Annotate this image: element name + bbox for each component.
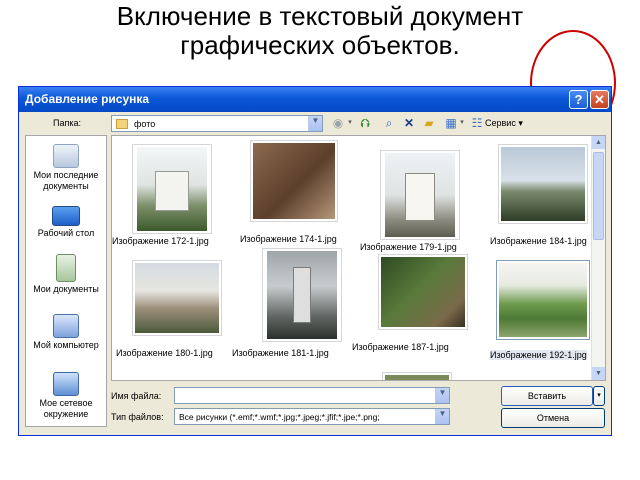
filetype-label: Тип файлов: [111,412,164,422]
place-recent-documents[interactable]: Мои последние документы [26,144,106,192]
file-thumbnail[interactable] [132,260,222,336]
close-button[interactable]: ✕ [590,90,609,109]
place-network[interactable]: Мое сетевое окружение [26,372,106,420]
file-list: Изображение 172-1.jpg Изображение 174-1.… [111,135,606,381]
file-thumbnail[interactable] [382,372,452,380]
insert-dropdown-icon[interactable]: ▾ [593,386,605,406]
cancel-button[interactable]: Отмена [501,408,605,428]
new-folder-icon[interactable]: ▰ [421,114,437,132]
place-label: Мои документы [33,284,99,294]
slide-title-line1: Включение в текстовый документ [116,1,524,31]
photo-forest [381,257,465,327]
insert-button[interactable]: Вставить [501,386,593,406]
file-name[interactable]: Изображение 180-1.jpg [116,348,213,358]
file-thumbnail[interactable] [380,150,460,240]
my-documents-icon [56,254,76,282]
file-thumbnail[interactable] [378,254,468,330]
scroll-down-icon[interactable]: ▼ [592,367,605,380]
file-name[interactable]: Изображение 187-1.jpg [352,342,449,352]
file-name[interactable]: Изображение 181-1.jpg [232,348,329,358]
file-thumbnail[interactable] [250,140,338,222]
search-web-icon[interactable]: ⌕ [381,114,397,132]
tools-icon[interactable]: ☷ [469,114,485,132]
places-bar: Мои последние документы Рабочий стол Мои… [25,135,107,427]
file-thumbnail-selected[interactable] [496,260,590,340]
desktop-icon [52,206,80,226]
photo-river [499,263,587,337]
place-my-computer[interactable]: Мой компьютер [26,314,106,351]
file-name[interactable]: Изображение 184-1.jpg [490,236,587,246]
photo-monastery [501,147,585,221]
scroll-up-icon[interactable]: ▲ [592,136,605,149]
photo-ruins [253,143,335,219]
file-thumbnail[interactable] [132,144,212,234]
folder-select[interactable]: фото ▼ [111,115,323,132]
views-dropdown-icon[interactable]: ▾ [459,114,465,132]
help-button[interactable]: ? [569,90,588,109]
filename-input[interactable]: ▼ [174,387,450,404]
place-my-documents[interactable]: Мои документы [26,254,106,295]
tools-menu[interactable]: Сервис ▾ [485,114,531,132]
insert-button-label: Вставить [527,391,567,401]
file-thumbnail[interactable] [262,248,342,342]
back-icon[interactable]: ◉ [331,114,345,132]
delete-icon[interactable]: ✕ [401,114,417,132]
filename-label: Имя файла: [111,391,162,401]
place-label: Мои последние документы [33,170,99,191]
views-icon[interactable]: ▦ [443,114,459,132]
chevron-down-icon: ▼ [435,388,449,403]
chevron-down-icon: ▼ [308,116,322,131]
recent-documents-icon [53,144,79,168]
place-desktop[interactable]: Рабочий стол [26,206,106,239]
photo-bell-tower-building [293,267,311,323]
up-folder-icon[interactable]: ⮉ [357,114,373,132]
file-name[interactable]: Изображение 179-1.jpg [360,242,457,252]
folder-label: Папка: [53,118,81,128]
file-name[interactable]: Изображение 174-1.jpg [240,234,337,244]
dialog-title: Добавление рисунка [25,92,150,106]
scroll-thumb[interactable] [593,152,604,240]
photo-cathedral-building [405,173,435,221]
insert-picture-dialog: Добавление рисунка ? ✕ Папка: фото ▼ ◉ ▾… [18,86,612,436]
place-label: Мое сетевое окружение [39,398,93,419]
place-label: Мой компьютер [33,340,99,350]
folder-select-value: фото [134,119,156,129]
place-label: Рабочий стол [37,228,95,238]
tools-menu-label: Сервис [485,118,516,128]
filetype-select-value: Все рисунки (*.emf;*.wmf;*.jpg;*.jpeg;*.… [179,412,380,422]
file-thumbnail[interactable] [498,144,588,224]
filetype-select[interactable]: Все рисунки (*.emf;*.wmf;*.jpg;*.jpeg;*.… [174,408,450,425]
back-dropdown-icon[interactable]: ▾ [347,114,353,132]
photo-houses [135,263,219,333]
dialog-titlebar: Добавление рисунка ? ✕ [19,87,611,112]
photo-chapel-building [155,171,189,211]
photo-partial [385,375,449,380]
my-computer-icon [53,314,79,338]
file-name[interactable]: Изображение 172-1.jpg [112,236,209,246]
network-icon [53,372,79,396]
vertical-scrollbar[interactable]: ▲ ▼ [591,136,605,380]
chevron-down-icon: ▼ [435,409,449,424]
file-name-selected[interactable]: Изображение 192-1.jpg [490,350,587,360]
folder-icon [116,119,128,129]
